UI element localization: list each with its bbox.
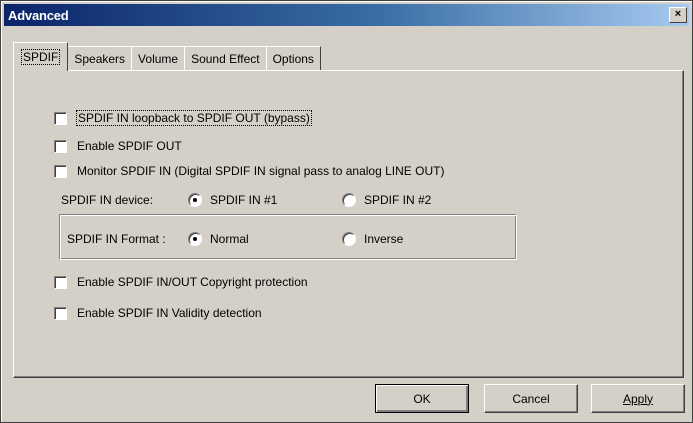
in-format-radio-inverse[interactable] xyxy=(342,232,356,246)
in-format-normal-label: Normal xyxy=(210,232,249,246)
apply-button-label: Apply xyxy=(622,391,654,406)
ok-button[interactable]: OK xyxy=(375,384,469,413)
ok-button-label: OK xyxy=(413,391,431,406)
apply-button[interactable]: Apply xyxy=(591,384,685,413)
in-device-radio-1[interactable] xyxy=(188,193,202,207)
validity-checkbox[interactable] xyxy=(54,306,67,320)
in-device-option-2-label: SPDIF IN #2 xyxy=(364,193,432,207)
tab-sound-effect[interactable]: Sound Effect xyxy=(184,46,267,71)
tab-volume[interactable]: Volume xyxy=(131,46,186,71)
in-device-option-1[interactable]: SPDIF IN #1 xyxy=(188,191,277,209)
in-format-label-row: SPDIF IN Format : xyxy=(67,230,166,248)
cancel-button[interactable]: Cancel xyxy=(484,384,578,413)
validity-label: Enable SPDIF IN Validity detection xyxy=(77,306,262,320)
loopback-checkbox[interactable] xyxy=(54,111,67,125)
tab-speakers[interactable]: Speakers xyxy=(67,46,133,71)
copyright-option[interactable]: Enable SPDIF IN/OUT Copyright protection xyxy=(54,273,308,291)
monitor-in-checkbox[interactable] xyxy=(54,164,67,178)
in-device-label-row: SPDIF IN device: xyxy=(61,191,153,209)
tab-speakers-label: Speakers xyxy=(74,52,126,66)
monitor-in-option[interactable]: Monitor SPDIF IN (Digital SPDIF IN signa… xyxy=(54,162,444,180)
advanced-dialog: Advanced × SPDIF Speakers Volume Sound E… xyxy=(0,0,693,423)
enable-out-checkbox[interactable] xyxy=(54,139,67,153)
in-format-inverse-label: Inverse xyxy=(364,232,404,246)
title-bar: Advanced × xyxy=(4,4,689,26)
tab-spdif-label: SPDIF xyxy=(20,49,61,65)
tab-strip: SPDIF Speakers Volume Sound Effect Optio… xyxy=(13,42,321,71)
in-device-option-1-label: SPDIF IN #1 xyxy=(210,193,278,207)
validity-option[interactable]: Enable SPDIF IN Validity detection xyxy=(54,304,262,322)
copyright-label: Enable SPDIF IN/OUT Copyright protection xyxy=(77,275,308,289)
in-format-option-normal[interactable]: Normal xyxy=(188,230,249,248)
in-format-radio-normal[interactable] xyxy=(188,232,202,246)
monitor-in-label: Monitor SPDIF IN (Digital SPDIF IN signa… xyxy=(77,164,445,178)
close-button[interactable]: × xyxy=(669,7,687,23)
in-device-option-2[interactable]: SPDIF IN #2 xyxy=(342,191,431,209)
in-format-option-inverse[interactable]: Inverse xyxy=(342,230,403,248)
in-format-label: SPDIF IN Format : xyxy=(67,232,166,246)
enable-out-label: Enable SPDIF OUT xyxy=(77,139,182,153)
close-icon: × xyxy=(674,8,682,20)
cancel-button-label: Cancel xyxy=(512,391,550,406)
in-device-radio-2[interactable] xyxy=(342,193,356,207)
loopback-label: SPDIF IN loopback to SPDIF OUT (bypass) xyxy=(76,110,312,126)
tab-spdif[interactable]: SPDIF xyxy=(13,42,69,71)
copyright-checkbox[interactable] xyxy=(54,275,67,289)
loopback-option[interactable]: SPDIF IN loopback to SPDIF OUT (bypass) xyxy=(54,109,312,127)
tab-options[interactable]: Options xyxy=(265,46,321,71)
in-device-label: SPDIF IN device: xyxy=(61,193,154,207)
tab-options-label: Options xyxy=(272,52,314,66)
window-title: Advanced xyxy=(8,7,69,23)
tab-volume-label: Volume xyxy=(138,52,179,66)
tab-sound-effect-label: Sound Effect xyxy=(191,52,260,66)
enable-out-option[interactable]: Enable SPDIF OUT xyxy=(54,137,182,155)
